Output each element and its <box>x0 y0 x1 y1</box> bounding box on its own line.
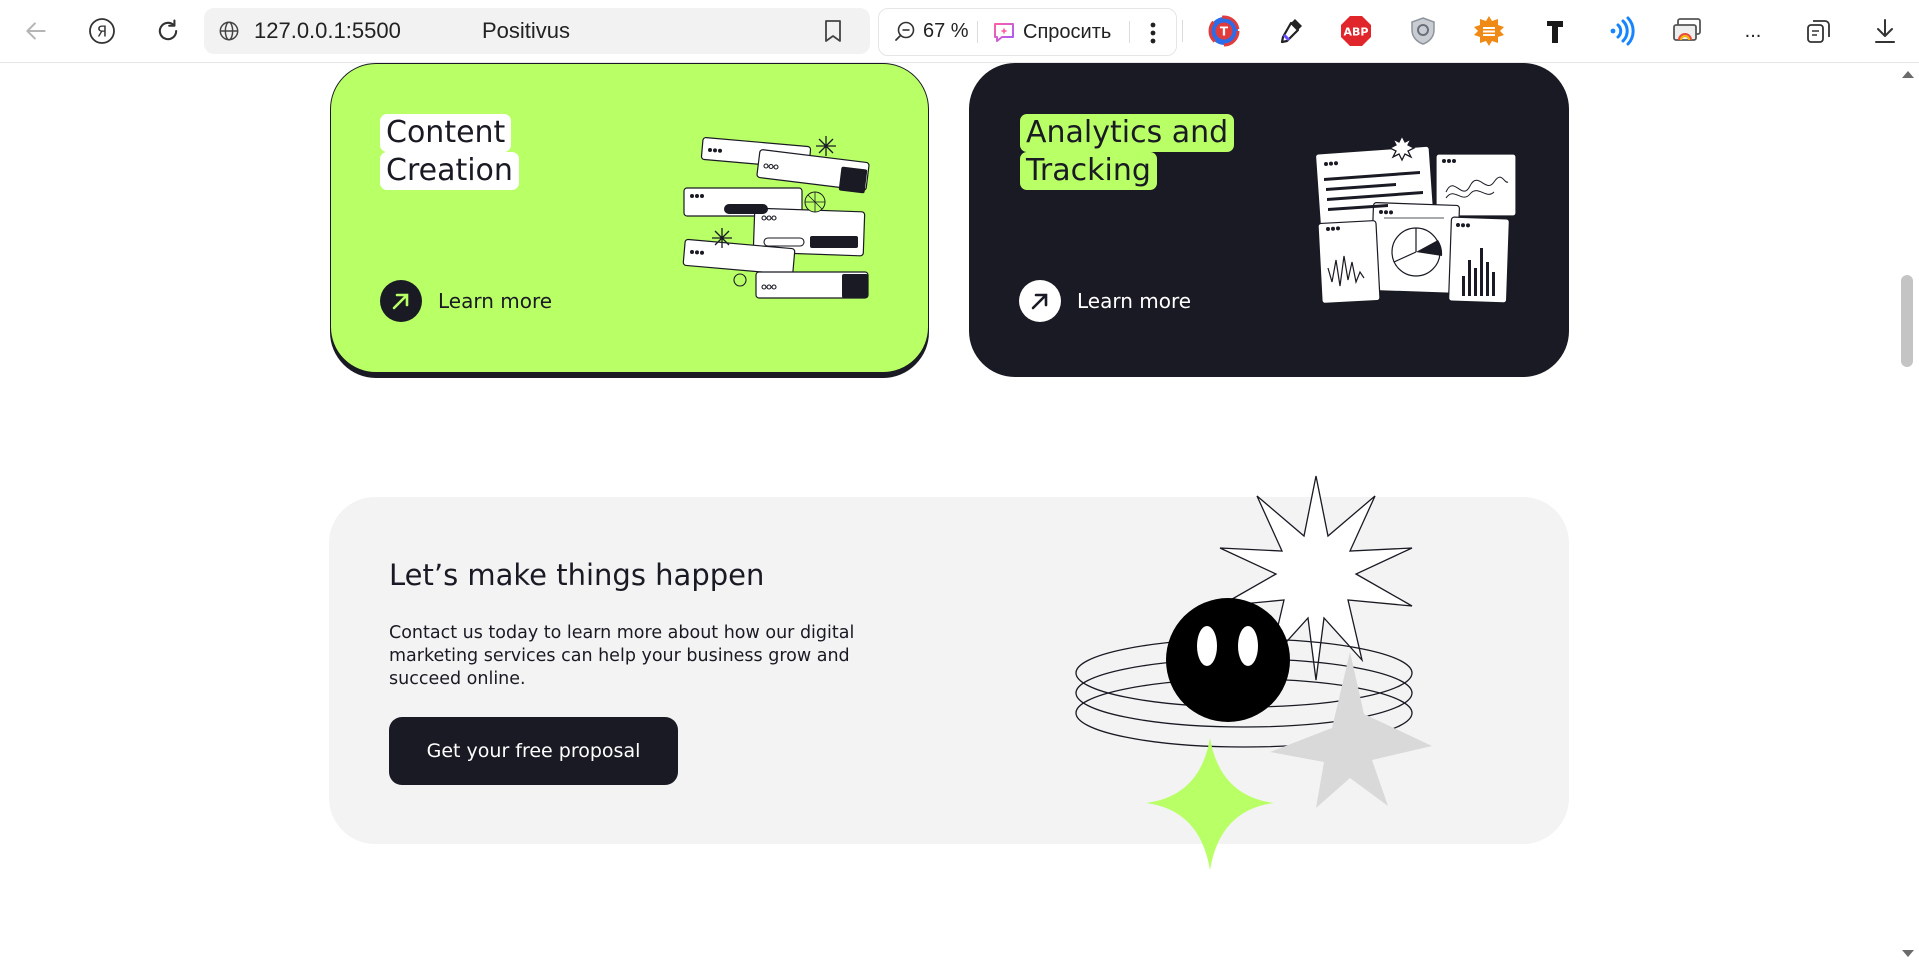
wifi-extension-icon <box>1610 16 1635 46</box>
scroll-up-icon[interactable] <box>1901 69 1915 79</box>
get-proposal-button[interactable]: Get your free proposal <box>389 717 678 785</box>
cta-illustration <box>1075 475 1432 870</box>
scroll-down-icon[interactable] <box>1901 949 1915 959</box>
download-icon <box>1875 19 1895 43</box>
back-arrow-icon <box>26 22 46 40</box>
scroll-thumb[interactable] <box>1901 275 1913 367</box>
adblock-extension-button[interactable]: ABP <box>1338 13 1374 49</box>
sun-extension-icon <box>1474 16 1504 46</box>
learn-more-label: Learn more <box>438 289 553 313</box>
divider <box>1129 21 1130 43</box>
card-title-line: Tracking <box>1020 152 1157 190</box>
reload-button[interactable] <box>150 14 186 48</box>
divider <box>977 21 978 43</box>
analytics-illustration <box>1314 134 1517 304</box>
t-extension-button[interactable] <box>1537 13 1573 49</box>
yandex-icon: Я <box>89 18 115 44</box>
url-text: 127.0.0.1:5500 <box>254 18 401 43</box>
arrow-button <box>380 280 422 322</box>
collections-icon <box>1807 20 1830 43</box>
globe-icon <box>219 21 239 41</box>
collections-button[interactable] <box>1801 13 1837 49</box>
eyedropper-icon <box>1280 19 1302 44</box>
wifi-extension-button[interactable] <box>1603 13 1639 49</box>
zoom-level[interactable]: 67 % <box>923 20 969 43</box>
downloads-button[interactable] <box>1867 13 1903 49</box>
svg-text:T: T <box>1220 25 1229 39</box>
green-star-shape <box>1146 738 1274 870</box>
zoom-out-icon[interactable] <box>893 20 917 44</box>
card-title-line: Content <box>380 114 512 152</box>
sun-extension-button[interactable] <box>1471 13 1507 49</box>
arrow-up-right-icon <box>392 293 409 310</box>
content-creation-illustration <box>682 136 870 299</box>
learn-more-link[interactable]: Learn more <box>1019 280 1191 322</box>
translate-extension-button[interactable]: T <box>1206 13 1242 49</box>
arrow-button <box>1019 280 1061 322</box>
svg-text:Я: Я <box>97 23 107 41</box>
zoom-ask-group: 67 % Спросить <box>878 8 1177 56</box>
bookmark-icon[interactable] <box>822 19 844 43</box>
learn-more-label: Learn more <box>1077 289 1192 313</box>
browser-toolbar: Я 127.0.0.1:5500 Positivus 67 % Спросить… <box>0 0 1919 63</box>
ask-button[interactable]: Спросить <box>991 15 1111 49</box>
card-title-line: Analytics and <box>1020 114 1235 152</box>
ask-ai-icon <box>994 23 1014 42</box>
face-shape <box>1166 598 1290 722</box>
translate-icon: T <box>1208 15 1240 47</box>
learn-more-link[interactable]: Learn more <box>380 280 552 322</box>
address-bar[interactable]: 127.0.0.1:5500 Positivus <box>204 8 870 54</box>
back-button[interactable] <box>18 14 54 48</box>
more-extensions-button[interactable]: ... <box>1735 13 1771 49</box>
shield-icon <box>1411 17 1435 45</box>
adblock-plus-icon: ABP <box>1341 16 1371 46</box>
divider <box>1182 20 1183 42</box>
arrow-up-right-icon <box>1031 293 1048 310</box>
shield-extension-button[interactable] <box>1405 13 1441 49</box>
kebab-menu-icon[interactable] <box>1149 21 1157 45</box>
card-title-line: Creation <box>380 152 519 190</box>
page-title-text: Positivus <box>482 18 571 43</box>
cta-title: Let’s make things happen <box>389 558 765 592</box>
screen-extension-icon <box>1673 18 1701 41</box>
ask-label: Спросить <box>1023 20 1112 43</box>
eyedropper-extension-button[interactable] <box>1272 13 1308 49</box>
page-scrollbar[interactable] <box>1896 63 1919 966</box>
grey-star-shape <box>1270 652 1432 808</box>
svg-text:ABP: ABP <box>1344 26 1369 39</box>
t-extension-icon <box>1547 21 1563 43</box>
cta-text: Contact us today to learn more about how… <box>389 623 855 689</box>
screen-extension-button[interactable] <box>1669 13 1705 49</box>
reload-icon <box>158 19 178 41</box>
yandex-button[interactable]: Я <box>84 14 120 48</box>
